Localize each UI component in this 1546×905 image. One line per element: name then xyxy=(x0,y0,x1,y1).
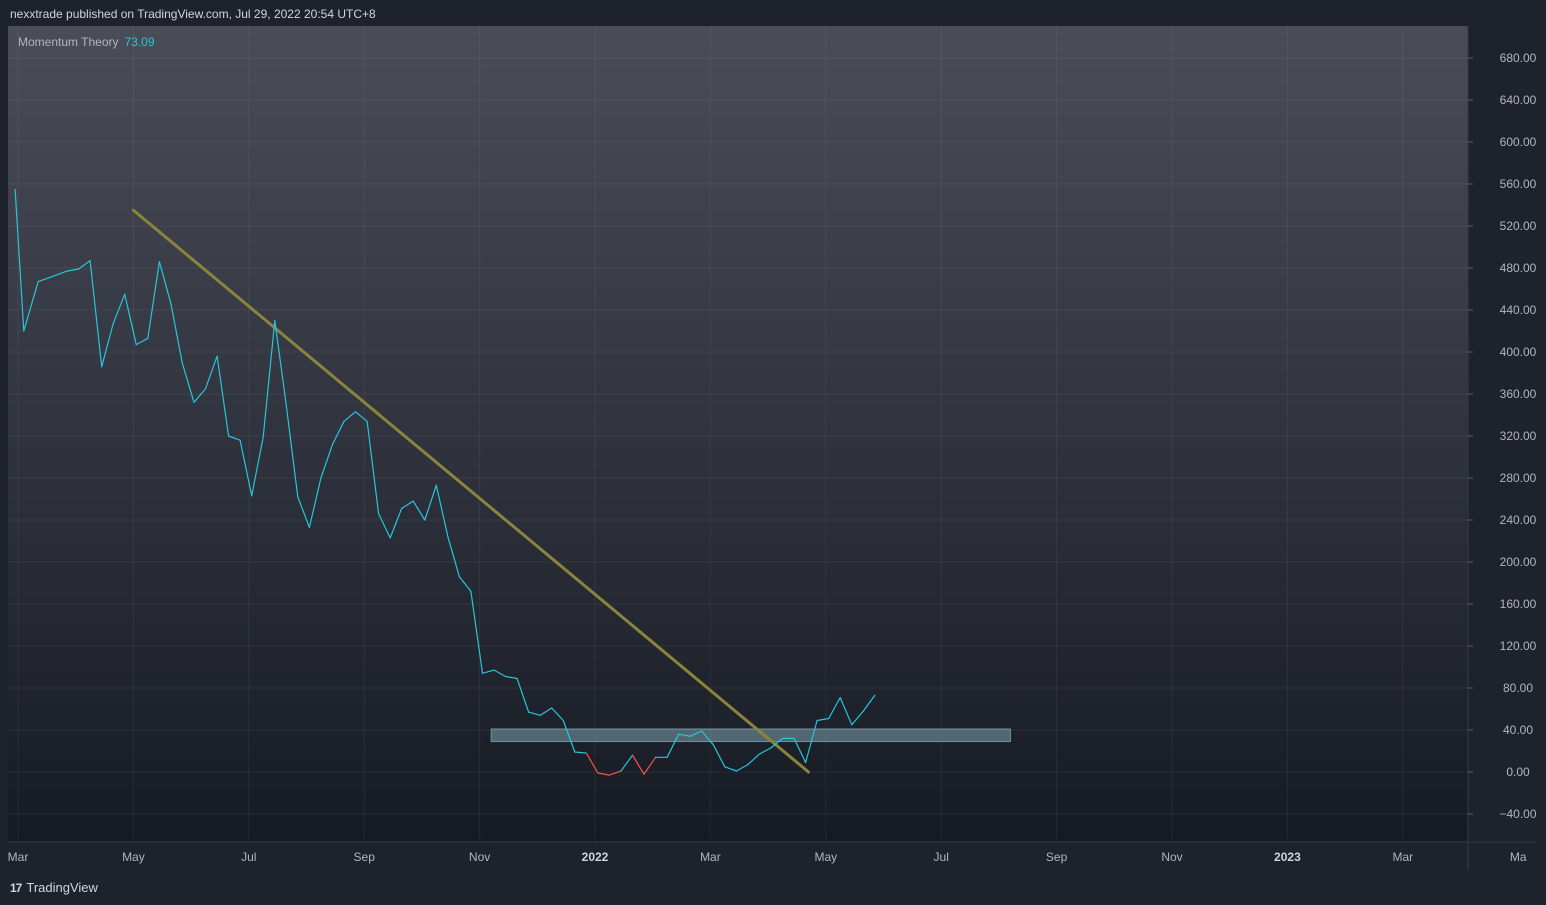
y-tick-label: 480.00 xyxy=(1500,261,1536,275)
x-tick-label: May xyxy=(122,850,145,864)
x-tick-label: Sep xyxy=(354,850,376,864)
plot-background xyxy=(8,26,1468,842)
y-tick-label: 280.00 xyxy=(1500,471,1536,485)
y-tick-label: 160.00 xyxy=(1500,597,1536,611)
y-tick-label: 0.00 xyxy=(1506,765,1530,779)
attribution-text: nexxtrade published on TradingView.com, … xyxy=(10,7,376,21)
y-tick-label: 640.00 xyxy=(1500,93,1536,107)
y-tick-label: 680.00 xyxy=(1500,51,1536,65)
y-tick-label: 520.00 xyxy=(1500,219,1536,233)
brand-label: TradingView xyxy=(26,880,98,895)
y-tick-label: 400.00 xyxy=(1500,345,1536,359)
x-tick-label: May xyxy=(814,850,837,864)
y-tick-label: 360.00 xyxy=(1500,387,1536,401)
y-tick-label: 40.00 xyxy=(1503,723,1533,737)
tradingview-brand[interactable]: 17 TradingView xyxy=(10,880,98,895)
y-tick-label: 120.00 xyxy=(1500,639,1536,653)
chart-frame[interactable]: 680.00 640.00 600.00 560.00 520.00 480.00 440.… xyxy=(8,26,1536,870)
x-tick-label: Mar xyxy=(8,850,28,864)
x-tick-label: Mar xyxy=(700,850,721,864)
momentum-chart[interactable]: 680.00 640.00 600.00 560.00 520.00 480.00 440.… xyxy=(8,26,1536,870)
legend-name: Momentum Theory xyxy=(18,35,119,49)
y-tick-label: 320.00 xyxy=(1500,429,1536,443)
x-tick-label: 2022 xyxy=(582,850,609,864)
x-tick-label: Sep xyxy=(1046,850,1068,864)
y-tick-label: −40.00 xyxy=(1499,807,1536,821)
price-scale-background[interactable] xyxy=(1468,26,1536,870)
y-tick-label: 80.00 xyxy=(1503,681,1533,695)
legend-value: 73.09 xyxy=(124,35,155,49)
y-tick-label: 440.00 xyxy=(1500,303,1536,317)
y-tick-label: 560.00 xyxy=(1500,177,1536,191)
indicator-legend[interactable]: Momentum Theory 73.09 xyxy=(18,35,155,49)
x-tick-label: 2023 xyxy=(1274,850,1301,864)
time-scale-background[interactable] xyxy=(8,842,1536,870)
x-tick-label: Mar xyxy=(1392,850,1413,864)
x-tick-label: Jul xyxy=(241,850,256,864)
x-tick-label: Ma xyxy=(1510,850,1527,864)
y-tick-label: 240.00 xyxy=(1500,513,1536,527)
x-tick-label: Nov xyxy=(1161,850,1182,864)
x-tick-label: Nov xyxy=(469,850,490,864)
tradingview-logo-icon: 17 xyxy=(10,880,22,895)
y-tick-label: 600.00 xyxy=(1500,135,1536,149)
x-tick-label: Jul xyxy=(934,850,949,864)
y-tick-label: 200.00 xyxy=(1500,555,1536,569)
